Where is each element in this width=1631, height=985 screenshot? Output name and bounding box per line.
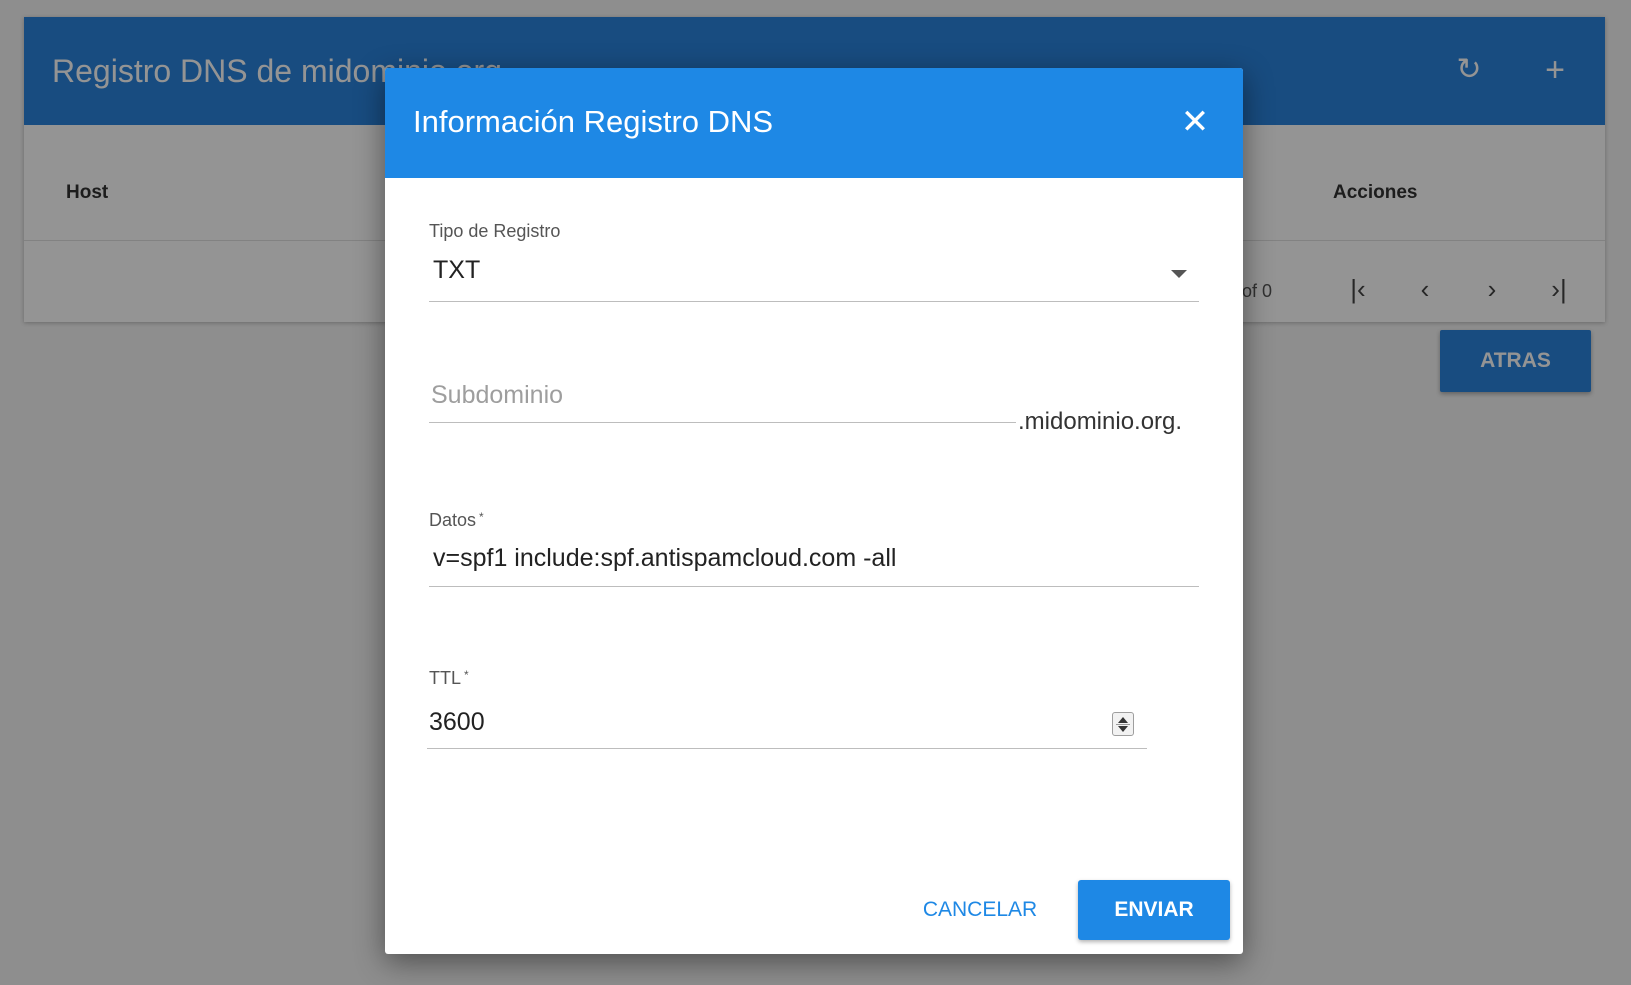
data-underline (429, 586, 1199, 587)
ttl-label-text: TTL (429, 668, 462, 688)
dialog-header: Información Registro DNS ✕ (385, 68, 1243, 178)
data-label: Datos * (429, 510, 484, 531)
stepper-up-icon[interactable] (1118, 717, 1128, 723)
stepper-divider (1116, 724, 1130, 725)
subdomain-suffix: .midominio.org. (1018, 408, 1183, 435)
subdomain-input[interactable]: Subdominio (431, 381, 563, 410)
dialog-title: Información Registro DNS (413, 104, 774, 139)
stepper-down-icon[interactable] (1118, 726, 1128, 732)
data-input[interactable]: v=spf1 include:spf.antispamcloud.com -al… (433, 544, 896, 573)
ttl-underline (427, 748, 1147, 749)
page: Registro DNS de midominio.org. ↻ + Host … (0, 0, 1631, 985)
required-mark: * (464, 668, 469, 682)
required-mark: * (479, 510, 484, 524)
record-type-underline (429, 301, 1199, 302)
ttl-input[interactable]: 3600 (429, 708, 485, 737)
close-icon[interactable]: ✕ (1175, 102, 1215, 142)
record-type-select[interactable]: TXT (433, 256, 480, 285)
cancel-button[interactable]: CANCELAR (913, 880, 1047, 940)
subdomain-underline (429, 422, 1016, 423)
data-label-text: Datos (429, 510, 477, 530)
send-button[interactable]: ENVIAR (1078, 880, 1230, 940)
ttl-label: TTL * (429, 668, 469, 689)
ttl-stepper[interactable] (1112, 712, 1134, 736)
dns-record-dialog: Información Registro DNS ✕ Tipo de Regis… (385, 68, 1243, 954)
record-type-label: Tipo de Registro (429, 221, 561, 241)
caret-down-icon[interactable] (1171, 270, 1187, 278)
